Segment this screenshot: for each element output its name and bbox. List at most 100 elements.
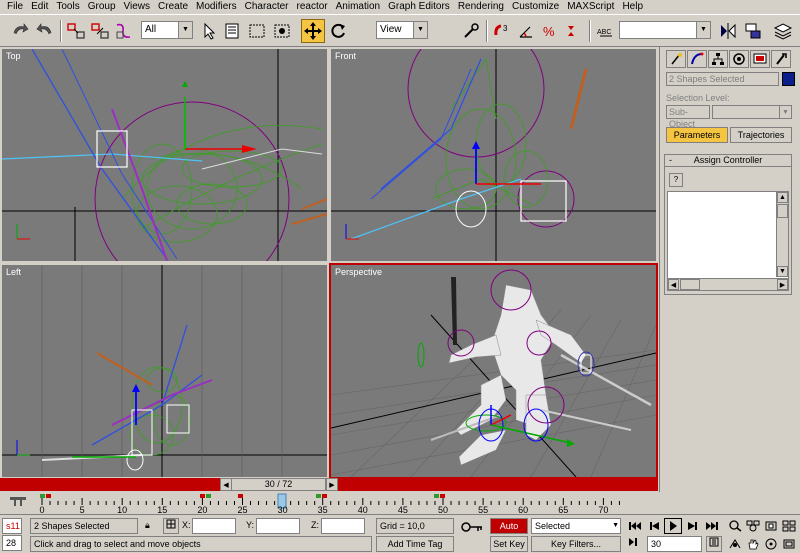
collapse-icon[interactable]: - xyxy=(669,155,672,166)
layer-manager-icon[interactable] xyxy=(771,19,795,43)
bind-space-warp-icon[interactable] xyxy=(112,19,136,43)
maxscript-listener-bottom[interactable]: 28 xyxy=(2,535,22,551)
sub-object-dropdown[interactable]: ▼ xyxy=(712,105,792,119)
spinner-snap-icon[interactable] xyxy=(562,19,586,43)
scroll-thumb[interactable] xyxy=(777,204,788,218)
auto-key-button[interactable]: Auto Key xyxy=(490,518,528,545)
mirror-icon[interactable] xyxy=(716,19,740,43)
key-icon[interactable] xyxy=(458,521,486,549)
hierarchy-tab-icon[interactable] xyxy=(708,50,728,68)
viewport-perspective[interactable]: Perspective xyxy=(329,263,658,479)
set-key-button[interactable]: Set Key xyxy=(490,536,528,552)
menu-item[interactable]: Views xyxy=(120,0,155,14)
y-coordinate-field[interactable] xyxy=(256,518,300,534)
reference-coord-dropdown[interactable]: View ▼ xyxy=(376,21,428,39)
create-tab-icon[interactable] xyxy=(666,50,686,68)
tab-trajectories[interactable]: Trajectories xyxy=(730,127,792,143)
viewport-left[interactable]: Left xyxy=(0,263,329,479)
next-frame-arrow-icon[interactable]: ▶ xyxy=(326,478,338,491)
window-crossing-icon[interactable] xyxy=(270,19,294,43)
scroll-right-icon[interactable]: ▶ xyxy=(777,279,788,290)
menu-item[interactable]: File xyxy=(3,0,27,14)
menu-item[interactable]: reactor xyxy=(293,0,332,14)
object-name-field[interactable]: 2 Shapes Selected xyxy=(666,72,779,86)
link-icon[interactable] xyxy=(64,19,88,43)
current-frame-field[interactable]: 30 xyxy=(647,536,702,552)
assign-controller-button[interactable]: ? xyxy=(669,173,683,187)
scroll-down-icon[interactable]: ▼ xyxy=(777,266,788,277)
field-of-view-icon[interactable] xyxy=(726,536,744,552)
z-coordinate-field[interactable] xyxy=(321,518,365,534)
play-icon[interactable] xyxy=(664,518,682,534)
key-filters-button[interactable]: Key Filters... xyxy=(531,536,621,552)
snap-3d-icon[interactable]: 3 xyxy=(490,19,514,43)
scroll-left-icon[interactable]: ◀ xyxy=(668,279,679,290)
rollout-header[interactable]: - Assign Controller xyxy=(665,155,791,167)
time-configuration-icon[interactable] xyxy=(706,536,722,552)
display-tab-icon[interactable] xyxy=(750,50,770,68)
key-mode-toggle-icon[interactable] xyxy=(626,536,644,552)
modify-tab-icon[interactable] xyxy=(687,50,707,68)
menu-item[interactable]: Tools xyxy=(52,0,83,14)
horizontal-scrollbar[interactable]: ◀ ▶ xyxy=(668,278,788,290)
viewport-front[interactable]: Front xyxy=(329,47,658,263)
menu-item[interactable]: Customize xyxy=(508,0,563,14)
rect-region-icon[interactable] xyxy=(245,19,269,43)
pan-hand-icon[interactable] xyxy=(744,536,762,552)
select-by-name-icon[interactable] xyxy=(221,19,245,43)
menu-item[interactable]: Modifiers xyxy=(192,0,241,14)
arc-rotate-icon[interactable] xyxy=(762,536,780,552)
menu-item[interactable]: Help xyxy=(618,0,647,14)
select-object-icon[interactable] xyxy=(197,19,221,43)
menu-item[interactable]: MAXScript xyxy=(563,0,618,14)
goto-end-icon[interactable] xyxy=(703,518,721,534)
align-icon[interactable] xyxy=(741,19,765,43)
menu-item[interactable]: Rendering xyxy=(454,0,508,14)
key-mode-dropdown[interactable]: Selected ▼ xyxy=(531,518,621,534)
edit-named-sel-icon[interactable]: ABC xyxy=(594,19,618,43)
angle-snap-icon[interactable] xyxy=(514,19,538,43)
viewport-top[interactable]: Top xyxy=(0,47,329,263)
viewport-label[interactable]: Left xyxy=(6,267,21,277)
open-mini-curve-editor-icon[interactable] xyxy=(6,495,30,509)
manipulate-icon[interactable] xyxy=(459,19,483,43)
menu-item[interactable]: Edit xyxy=(27,0,52,14)
x-coordinate-field[interactable] xyxy=(192,518,236,534)
utilities-tab-icon[interactable] xyxy=(771,50,791,68)
vertical-scrollbar[interactable]: ▲ ▼ xyxy=(776,192,788,277)
undo-icon[interactable] xyxy=(8,19,32,43)
scroll-up-icon[interactable]: ▲ xyxy=(777,192,788,203)
next-frame-icon[interactable] xyxy=(684,518,702,534)
motion-tab-icon[interactable] xyxy=(729,50,749,68)
tab-parameters[interactable]: Parameters xyxy=(666,127,728,143)
zoom-icon[interactable] xyxy=(726,518,744,534)
menu-item[interactable]: Graph Editors xyxy=(384,0,454,14)
maximize-viewport-icon[interactable] xyxy=(780,536,798,552)
zoom-extents-all-icon[interactable] xyxy=(780,518,798,534)
menu-item[interactable]: Create xyxy=(154,0,192,14)
viewport-label[interactable]: Perspective xyxy=(335,267,382,277)
percent-snap-icon[interactable]: % xyxy=(538,19,562,43)
sub-object-button[interactable]: Sub-Object xyxy=(666,105,710,129)
add-time-tag-button[interactable]: Add Time Tag xyxy=(376,536,454,552)
scroll-thumb[interactable] xyxy=(680,279,700,290)
redo-icon[interactable] xyxy=(33,19,57,43)
zoom-all-icon[interactable] xyxy=(744,518,762,534)
named-selection-dropdown[interactable]: ▼ xyxy=(619,21,711,39)
unlink-icon[interactable] xyxy=(88,19,112,43)
goto-start-icon[interactable] xyxy=(626,518,644,534)
select-move-icon[interactable] xyxy=(301,19,325,43)
zoom-extents-icon[interactable] xyxy=(762,518,780,534)
viewport-label[interactable]: Front xyxy=(335,51,356,61)
menu-item[interactable]: Animation xyxy=(332,0,384,14)
menu-item[interactable]: Character xyxy=(241,0,293,14)
absolute-mode-icon[interactable] xyxy=(163,518,179,534)
lock-icon[interactable]: 🔒︎ xyxy=(145,520,150,531)
controller-list[interactable]: ▲ ▼ ◀ ▶ xyxy=(667,191,789,291)
time-slider-thumb[interactable]: 30 / 72 xyxy=(231,478,326,491)
menu-item[interactable]: Group xyxy=(84,0,120,14)
object-color-swatch[interactable] xyxy=(782,72,795,86)
viewport-label[interactable]: Top xyxy=(6,51,21,61)
prev-frame-icon[interactable] xyxy=(645,518,663,534)
selection-filter-dropdown[interactable]: All ▼ xyxy=(141,21,193,39)
